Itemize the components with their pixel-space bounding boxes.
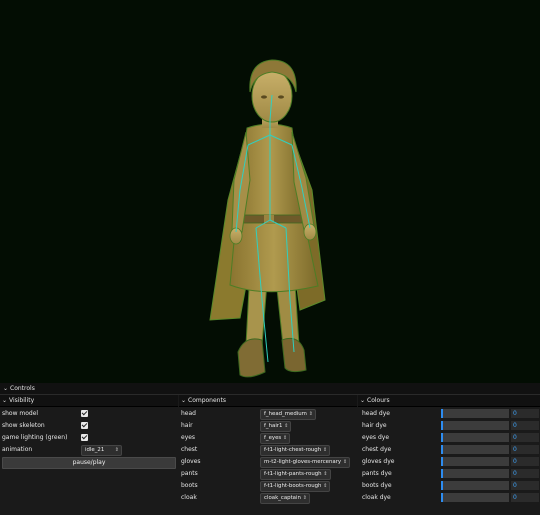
colours-rows: head dye hair dye eyes dye chest dye glo… (358, 395, 540, 515)
controls-panel: ⌄ Controls ⌄ Visibility show model show … (0, 383, 540, 508)
animation-row: animation idle_21 (0, 444, 178, 456)
component-label: hair (181, 422, 193, 429)
character-model (209, 59, 326, 378)
visibility-section: ⌄ Visibility show model show skeleton ga… (0, 395, 178, 469)
colour-label: head dye (362, 410, 390, 417)
show-skeleton-label: show skeleton (2, 422, 45, 429)
colour-label: chest dye (362, 446, 392, 453)
show-skeleton-row: show skeleton (0, 420, 178, 432)
show-model-label: show model (2, 410, 39, 417)
hair-select[interactable]: f_hair1 (260, 421, 292, 432)
component-label: head (181, 410, 196, 417)
show-model-checkbox[interactable] (81, 410, 88, 417)
eyes-select[interactable]: f_eyes (260, 433, 291, 444)
colour-row-chest: chest dye (358, 444, 540, 456)
component-row-eyes: eyes f_eyes (179, 432, 357, 444)
component-label: boots (181, 482, 198, 489)
colour-label: gloves dye (362, 458, 395, 465)
component-label: eyes (181, 434, 196, 441)
show-model-row: show model (0, 408, 178, 420)
components-header[interactable]: ⌄ Components (179, 395, 357, 407)
colour-row-cloak: cloak dye (358, 492, 540, 504)
chevron-down-icon: ⌄ (2, 397, 8, 404)
colour-row-eyes: eyes dye (358, 432, 540, 444)
visibility-header[interactable]: ⌄ Visibility (0, 395, 178, 407)
boots-select[interactable]: f-t1-light-boots-rough (260, 481, 331, 492)
chest-select[interactable]: f-t1-light-chest-rough (260, 445, 331, 456)
head-select[interactable]: f_head_medium (260, 409, 316, 420)
pants-select[interactable]: f-t1-light-pants-rough (260, 469, 331, 480)
components-section: ⌄ Components head f_head_medium hair f_h… (179, 395, 357, 504)
colour-label: pants dye (362, 470, 392, 477)
pause-play-button[interactable]: pause/play (2, 457, 176, 469)
component-row-head: head f_head_medium (179, 408, 357, 420)
controls-header[interactable]: ⌄ Controls (0, 383, 540, 395)
colour-row-pants: pants dye (358, 468, 540, 480)
components-title: Components (188, 397, 226, 404)
chevron-down-icon: ⌄ (3, 385, 9, 392)
component-row-chest: chest f-t1-light-chest-rough (179, 444, 357, 456)
3d-viewport[interactable] (0, 0, 540, 383)
game-lighting-label: game lighting (green) (2, 434, 68, 441)
animation-label: animation (2, 446, 33, 453)
animation-select[interactable]: idle_21 (81, 445, 122, 456)
component-row-boots: boots f-t1-light-boots-rough (179, 480, 357, 492)
game-lighting-row: game lighting (green) (0, 432, 178, 444)
gloves-select[interactable]: m-t2-light-gloves-mercenary (260, 457, 351, 468)
component-row-gloves: gloves m-t2-light-gloves-mercenary (179, 456, 357, 468)
component-row-hair: hair f_hair1 (179, 420, 357, 432)
component-label: chest (181, 446, 198, 453)
controls-title: Controls (10, 385, 35, 392)
colour-label: cloak dye (362, 494, 391, 501)
component-label: pants (181, 470, 198, 477)
component-label: gloves (181, 458, 201, 465)
component-row-cloak: cloak cloak_captain (179, 492, 357, 504)
component-row-pants: pants f-t1-light-pants-rough (179, 468, 357, 480)
colour-row-boots: boots dye (358, 480, 540, 492)
colour-label: hair dye (362, 422, 387, 429)
colour-row-gloves: gloves dye (358, 456, 540, 468)
colour-row-hair: hair dye (358, 420, 540, 432)
colour-row-head: head dye (358, 408, 540, 420)
cloak-select[interactable]: cloak_captain (260, 493, 310, 504)
visibility-title: Visibility (9, 397, 35, 404)
colour-label: eyes dye (362, 434, 390, 441)
game-lighting-checkbox[interactable] (81, 434, 88, 441)
component-label: cloak (181, 494, 197, 501)
chevron-down-icon: ⌄ (181, 397, 187, 404)
colour-label: boots dye (362, 482, 392, 489)
show-skeleton-checkbox[interactable] (81, 422, 88, 429)
